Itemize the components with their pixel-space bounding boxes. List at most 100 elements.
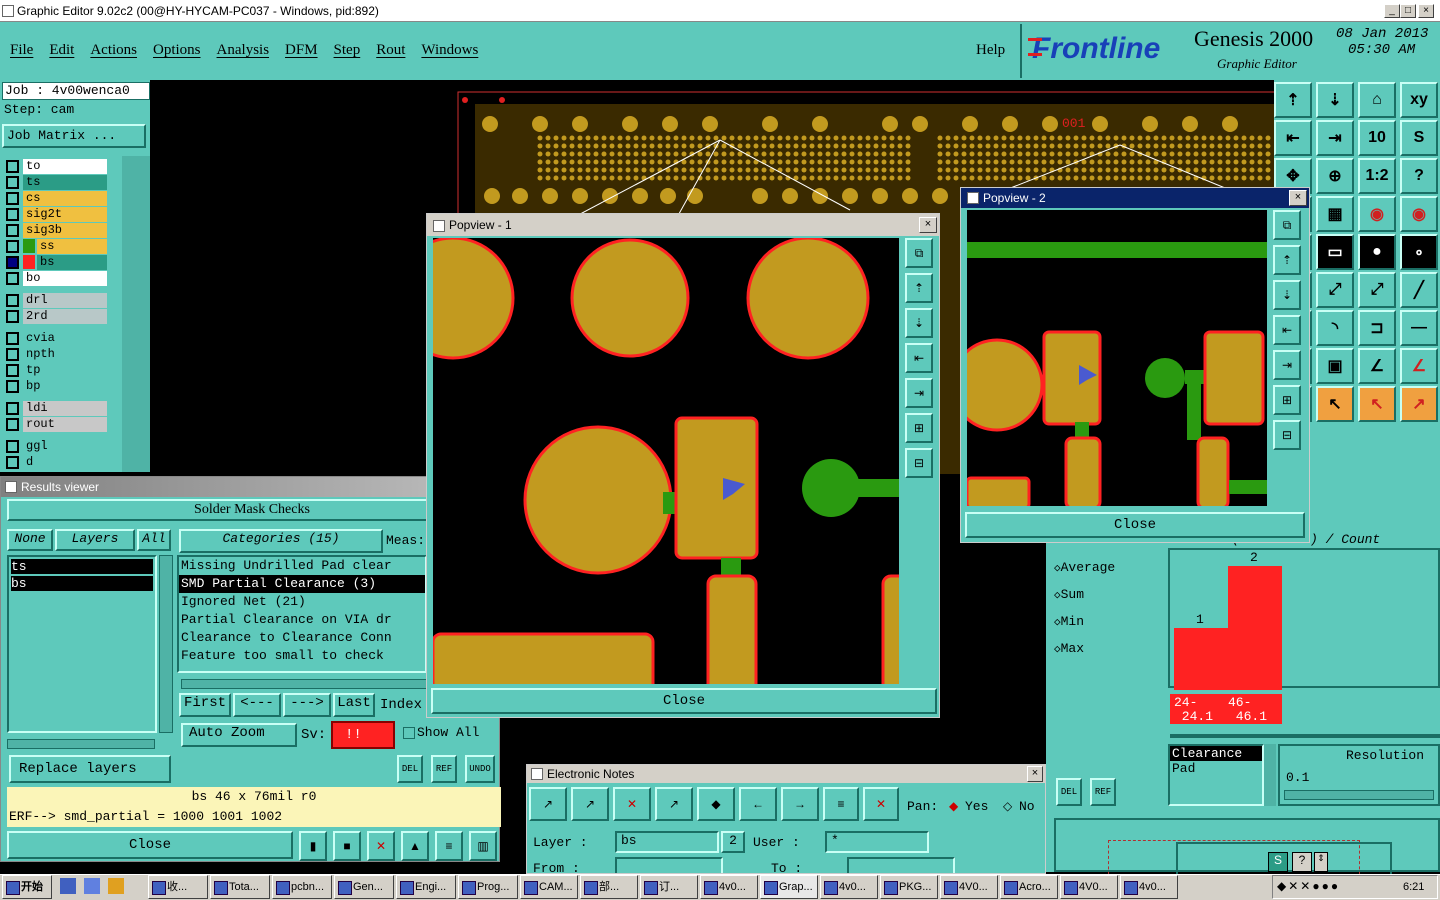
layer-row[interactable]: ggl xyxy=(2,438,122,454)
stat-option-max[interactable]: ◇ Max xyxy=(1054,635,1162,662)
clearance-item[interactable]: Clearance xyxy=(1170,746,1262,761)
categories-list[interactable]: Missing Undrilled Pad clear SMD Partial C… xyxy=(177,555,427,673)
arc2-icon[interactable]: ◝ xyxy=(1316,310,1354,346)
results-del-button[interactable]: DEL xyxy=(397,755,423,783)
taskbar-item[interactable]: 4v0... xyxy=(1120,875,1178,899)
menu-analysis[interactable]: Analysis xyxy=(217,42,270,59)
s-icon[interactable]: S xyxy=(1268,852,1288,872)
next-button[interactable]: ---> xyxy=(283,693,331,717)
taskbar-item[interactable]: CAM... xyxy=(520,875,578,899)
taskbar-item[interactable]: pcbn... xyxy=(272,875,332,899)
layer-checkbox[interactable] xyxy=(6,331,19,345)
notes-close-icon[interactable]: × xyxy=(1027,766,1043,782)
menu-step[interactable]: Step xyxy=(334,42,361,59)
none-button[interactable]: None xyxy=(7,529,53,551)
popview-2-pan-left-icon[interactable]: ⇤ xyxy=(1273,315,1301,345)
measure-icon[interactable]: ⤢ xyxy=(1316,272,1354,308)
popview-1-close-icon[interactable]: × xyxy=(919,217,937,233)
popview-2-canvas[interactable] xyxy=(967,210,1267,506)
ruler-icon[interactable]: ▭ xyxy=(1316,234,1354,270)
category-item[interactable]: Missing Undrilled Pad clear xyxy=(179,557,425,575)
layer-row[interactable]: tp xyxy=(2,362,122,378)
layer-scroll-strip[interactable] xyxy=(122,156,150,472)
layer-checkbox[interactable] xyxy=(6,191,19,205)
cursor3-icon[interactable]: ↗ xyxy=(1400,386,1438,422)
show-all-checkbox[interactable] xyxy=(403,727,415,739)
category-item[interactable]: Feature too small to check xyxy=(179,647,425,665)
layer-checkbox[interactable] xyxy=(6,159,19,173)
menu-actions[interactable]: Actions xyxy=(90,42,137,59)
popview-1-pan-down-icon[interactable]: ⇣ xyxy=(905,308,933,338)
layer-checkbox[interactable] xyxy=(6,455,19,469)
page-up-icon[interactable]: ⇡ xyxy=(1274,82,1312,118)
sv-dropdown[interactable]: !! xyxy=(331,721,395,749)
prev-view-icon[interactable]: ⇤ xyxy=(1274,120,1312,156)
popview-1-zoom-out-icon[interactable]: ⊟ xyxy=(905,448,933,478)
popview-2-zoom-fit-icon[interactable]: ⧉ xyxy=(1273,210,1301,240)
note-prev-icon[interactable]: ← xyxy=(739,787,777,821)
layer-checkbox[interactable] xyxy=(6,379,19,393)
layer-checkbox[interactable] xyxy=(6,417,19,431)
overlay-icon[interactable]: ▣ xyxy=(1316,348,1354,384)
menu-rout[interactable]: Rout xyxy=(376,42,405,59)
layer-row[interactable]: bo xyxy=(2,270,122,286)
radio-icon[interactable]: ◇ xyxy=(1054,615,1061,629)
close-window-button[interactable]: × xyxy=(1418,4,1434,18)
cursor2-icon[interactable]: ↖ xyxy=(1358,386,1396,422)
layer-row[interactable]: cvia xyxy=(2,330,122,346)
stat-option-min[interactable]: ◇ Min xyxy=(1054,608,1162,635)
category-item[interactable]: Partial Clearance on VIA dr xyxy=(179,611,425,629)
radio-icon[interactable]: ◇ xyxy=(1054,588,1061,602)
layer-row[interactable]: sig2t xyxy=(2,206,122,222)
menu-options[interactable]: Options xyxy=(153,42,201,59)
layer-checkbox[interactable] xyxy=(6,401,19,415)
first-button[interactable]: First xyxy=(179,693,231,717)
layer-checkbox[interactable] xyxy=(6,363,19,377)
layer-checkbox[interactable] xyxy=(6,239,19,253)
help-icon[interactable]: ? xyxy=(1292,852,1312,872)
prev-button[interactable]: <--- xyxy=(233,693,281,717)
layer-checkbox[interactable] xyxy=(6,309,19,323)
taskbar-item[interactable]: Engi... xyxy=(396,875,456,899)
categories-button[interactable]: Categories (15) xyxy=(179,529,383,553)
menu-edit[interactable]: Edit xyxy=(49,42,74,59)
step-icon[interactable]: ▲ xyxy=(401,831,429,861)
categories-hscroll[interactable] xyxy=(181,679,427,689)
category-item[interactable]: Ignored Net (21) xyxy=(179,593,425,611)
menu-file[interactable]: File xyxy=(10,42,33,59)
layer-checkbox[interactable] xyxy=(6,223,19,237)
layer-checkbox[interactable] xyxy=(6,207,19,221)
results-layer-list[interactable]: ts bs xyxy=(7,555,157,733)
tray-icons[interactable]: ◆✕✕●●● xyxy=(1277,879,1340,893)
layer-row[interactable]: to xyxy=(2,158,122,174)
result-layer-ts[interactable]: ts xyxy=(11,559,153,574)
popview-2-pan-up-icon[interactable]: ⇡ xyxy=(1273,245,1301,275)
layer-row[interactable]: sig3b xyxy=(2,222,122,238)
layer-count-button[interactable]: 2 xyxy=(721,831,745,853)
from-field[interactable] xyxy=(615,857,723,873)
report-icon[interactable]: ▮ xyxy=(299,831,327,861)
desktop-icon[interactable] xyxy=(60,878,76,894)
taskbar-item[interactable]: Tota... xyxy=(210,875,270,899)
xy-icon[interactable]: xy xyxy=(1400,82,1438,118)
histogram-scroll[interactable] xyxy=(1170,734,1440,738)
layer-checkbox[interactable] xyxy=(6,293,19,307)
s-curve-icon[interactable]: S xyxy=(1400,120,1438,156)
taskbar-item[interactable]: Gen... xyxy=(334,875,394,899)
layer-checkbox[interactable] xyxy=(6,439,19,453)
angle2-icon[interactable]: ∠ xyxy=(1400,348,1438,384)
all-button[interactable]: All xyxy=(137,529,171,551)
popview-1-canvas[interactable] xyxy=(433,238,899,684)
layer-row[interactable]: 2rd xyxy=(2,308,122,324)
layer-row[interactable]: ldi xyxy=(2,400,122,416)
note-next-icon[interactable]: → xyxy=(781,787,819,821)
last-button[interactable]: Last xyxy=(333,693,375,717)
layer-field[interactable]: bs xyxy=(615,831,719,853)
layer-row[interactable]: npth xyxy=(2,346,122,362)
stats-ref-button[interactable]: REF xyxy=(1090,778,1116,806)
next-view-icon[interactable]: ⇥ xyxy=(1316,120,1354,156)
replace-layers-button[interactable]: Replace layers xyxy=(9,755,171,783)
pan-yes-radio[interactable]: ◆ xyxy=(949,799,958,813)
cursor-icon[interactable]: ↖ xyxy=(1316,386,1354,422)
start-button[interactable]: 开始 xyxy=(2,875,52,899)
